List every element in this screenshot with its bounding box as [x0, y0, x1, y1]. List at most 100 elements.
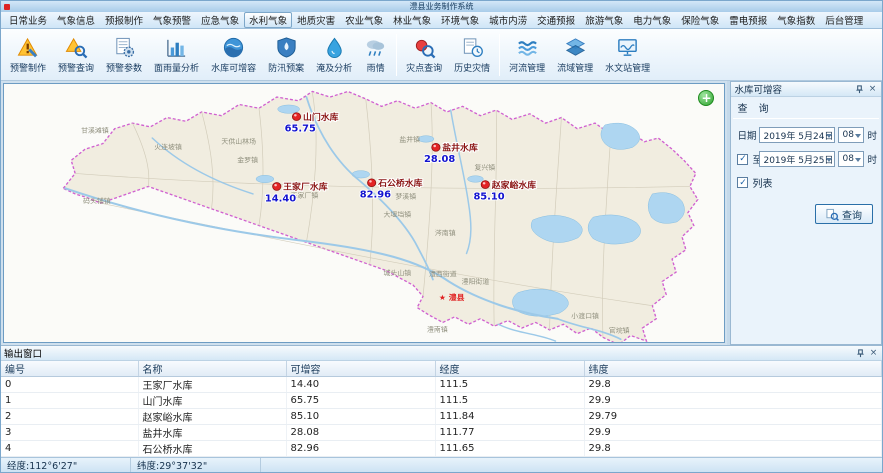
toolbar-label: 河流管理 — [509, 61, 545, 74]
col-latitude[interactable]: 纬度 — [584, 361, 882, 377]
menu-item-warning[interactable]: 气象预警 — [148, 12, 196, 28]
cell: 4 — [1, 441, 138, 457]
cell: 盐井水库 — [138, 425, 286, 441]
menu-item-traffic[interactable]: 交通预报 — [532, 12, 580, 28]
hour-suffix: 时 — [867, 152, 877, 166]
table-row[interactable]: 3 盐井水库 28.08 111.77 29.9 — [1, 425, 882, 441]
col-capacity[interactable]: 可增容 — [286, 361, 435, 377]
panel-title: 水库可增容 — [734, 82, 852, 96]
menu-item-environment[interactable]: 环境气象 — [436, 12, 484, 28]
menu-item-index[interactable]: 气象指数 — [772, 12, 820, 28]
toolbar-river-management-button[interactable]: 河流管理 — [503, 31, 551, 79]
town-label: 盐井镇 — [399, 135, 420, 144]
res-value: 82.96 — [360, 190, 392, 201]
menu-item-emergency[interactable]: 应急气象 — [196, 12, 244, 28]
chevron-down-icon — [826, 158, 832, 162]
titlebar: 澧县业务制作系统 — [1, 1, 882, 12]
menu-item-daily[interactable]: 日常业务 — [4, 12, 52, 28]
toolbar-areal-rain-button[interactable]: 面雨量分析 — [148, 31, 205, 79]
toolbar-label: 灾点查询 — [406, 61, 442, 74]
toolbar-inundation-button[interactable]: 淹及分析 — [310, 31, 358, 79]
warning-create-icon — [17, 35, 40, 59]
from-date-select[interactable]: 2019年 5月24日 — [759, 127, 835, 143]
table-row[interactable]: 2 赵家峪水库 85.10 111.84 29.79 — [1, 409, 882, 425]
toolbar-rain-status-button[interactable]: 雨情 — [358, 31, 393, 79]
warning-query-icon — [65, 35, 88, 59]
to-date-select[interactable]: 2019年 5月25日 — [759, 151, 835, 167]
toolbar-warning-params-button[interactable]: 预警参数 — [100, 31, 148, 79]
to-checkbox-label: ✓ 至 — [737, 152, 759, 166]
toolbar-label: 预警制作 — [10, 61, 46, 74]
reservoir-capacity-panel: 水库可增容 × 查 询 日期 2019年 5月24日 08 时 — [730, 81, 882, 345]
reservoir-dot-highlight — [294, 114, 297, 116]
to-checkbox[interactable]: ✓ — [737, 154, 748, 165]
rain-status-icon — [364, 35, 387, 59]
menu-item-tourism[interactable]: 旅游气象 — [580, 12, 628, 28]
menu-item-water-weather[interactable]: 水利气象 — [244, 12, 292, 28]
table-row[interactable]: 1 山门水库 65.75 111.5 29.9 — [1, 393, 882, 409]
res-value: 14.40 — [265, 194, 297, 205]
reservoir-dot-highlight — [369, 180, 372, 182]
menu-item-urban[interactable]: 城市内涝 — [484, 12, 532, 28]
to-hour-select[interactable]: 08 — [838, 151, 864, 167]
toolbar-separator — [499, 34, 500, 76]
menu-item-insurance[interactable]: 保险气象 — [676, 12, 724, 28]
toolbar-label: 预警查询 — [58, 61, 94, 74]
town-label: 金罗镇 — [237, 155, 258, 164]
menu-item-forecast-make[interactable]: 预报制作 — [100, 12, 148, 28]
menu-item-weather-info[interactable]: 气象信息 — [52, 12, 100, 28]
cell: 82.96 — [286, 441, 435, 457]
from-date-row: 日期 2019年 5月24日 08 时 — [731, 123, 881, 147]
toolbar-warning-query-button[interactable]: 预警查询 — [52, 31, 100, 79]
menu-item-geologic[interactable]: 地质灾害 — [292, 12, 340, 28]
map-area[interactable]: 甘溪滩镇火连坡镇天供山林场金罗镇码头铺镇王家厂镇盐井镇复兴镇梦溪镇大堰垱镇涔南镇… — [3, 83, 725, 343]
reservoir-dot-icon[interactable] — [273, 183, 281, 191]
cell: 29.9 — [584, 393, 882, 409]
query-section-title: 查 询 — [731, 97, 881, 117]
toolbar-hydro-station-button[interactable]: 水文站管理 — [599, 31, 656, 79]
status-longitude: 经度:112°6'27" — [1, 458, 131, 472]
toolbar-flood-plan-button[interactable]: 防汛预案 — [262, 31, 310, 79]
menu-item-admin[interactable]: 后台管理 — [820, 12, 868, 28]
col-longitude[interactable]: 经度 — [435, 361, 584, 377]
county-map[interactable]: 甘溪滩镇火连坡镇天供山林场金罗镇码头铺镇王家厂镇盐井镇复兴镇梦溪镇大堰垱镇涔南镇… — [4, 84, 724, 342]
cell: 0 — [1, 377, 138, 393]
close-icon[interactable]: × — [867, 84, 878, 95]
col-name[interactable]: 名称 — [138, 361, 286, 377]
pin-icon[interactable] — [854, 84, 865, 95]
menu-item-lightning[interactable]: 雷电预报 — [724, 12, 772, 28]
menu-item-power[interactable]: 电力气象 — [628, 12, 676, 28]
chevron-down-icon — [826, 134, 832, 138]
menu-item-forestry[interactable]: 林业气象 — [388, 12, 436, 28]
list-checkbox[interactable]: ✓ — [737, 177, 748, 188]
reservoir-dot-icon[interactable] — [432, 143, 440, 151]
reservoir-dot-highlight — [433, 145, 436, 147]
toolbar-label: 水文站管理 — [605, 61, 650, 74]
res-value: 85.10 — [473, 192, 505, 203]
hydro-station-icon — [616, 35, 639, 59]
output-caption: 输出窗口 × — [1, 346, 882, 361]
town-label: 官垸镇 — [609, 326, 630, 335]
cell: 王家厂水库 — [138, 377, 286, 393]
toolbar-history-disaster-button[interactable]: 历史灾情 — [448, 31, 496, 79]
close-icon[interactable]: × — [868, 348, 879, 359]
res-value: 65.75 — [285, 124, 316, 135]
window-title: 澧县业务制作系统 — [1, 1, 882, 12]
pin-icon[interactable] — [855, 348, 866, 359]
menubar: 日常业务 气象信息 预报制作 气象预警 应急气象 水利气象 地质灾害 农业气象 … — [1, 12, 882, 29]
table-row[interactable]: 0 王家厂水库 14.40 111.5 29.8 — [1, 377, 882, 393]
from-hour-select[interactable]: 08 — [838, 127, 864, 143]
toolbar-warning-create-button[interactable]: 预警制作 — [4, 31, 52, 79]
toolbar-reservoir-capacity-button[interactable]: 水库可增容 — [205, 31, 262, 79]
table-row[interactable]: 4 石公桥水库 82.96 111.65 29.8 — [1, 441, 882, 457]
menu-item-agriculture[interactable]: 农业气象 — [340, 12, 388, 28]
town-label: 复兴镇 — [474, 163, 495, 172]
query-button[interactable]: 查询 — [815, 204, 873, 224]
reservoir-dot-icon[interactable] — [481, 181, 489, 189]
col-id[interactable]: 编号 — [1, 361, 138, 377]
toolbar-basin-management-button[interactable]: 流域管理 — [551, 31, 599, 79]
reservoir-dot-icon[interactable] — [292, 113, 300, 121]
toolbar-disaster-point-query-button[interactable]: 灾点查询 — [400, 31, 448, 79]
query-button-label: 查询 — [842, 207, 862, 222]
reservoir-dot-icon[interactable] — [368, 179, 376, 187]
